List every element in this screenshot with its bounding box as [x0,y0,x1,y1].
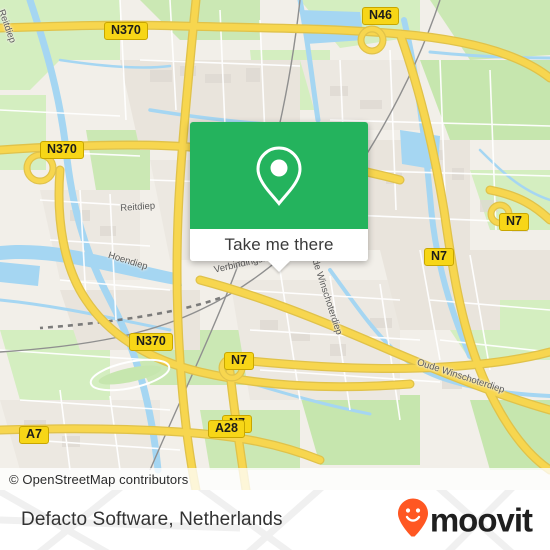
popup-pointer-tail [268,261,290,272]
popup-icon-panel [190,122,368,229]
location-popup-card[interactable]: Take me there [190,122,368,272]
road-shield[interactable]: N7 [424,248,454,266]
take-me-there-label: Take me there [224,235,334,254]
place-title: Defacto Software, Netherlands [21,509,283,530]
map-canvas[interactable]: .land{fill:#f2efe9} .green{fill:#d4eec0}… [0,0,550,490]
moovit-location-card-screenshot: .land{fill:#f2efe9} .green{fill:#d4eec0}… [0,0,550,550]
road-shield[interactable]: N370 [40,141,84,159]
footer-bar: Defacto Software, Netherlands moovit [0,490,550,550]
road-shield[interactable]: A28 [208,420,245,438]
road-shield[interactable]: N7 [224,352,254,370]
road-shield[interactable]: N7 [499,213,529,231]
road-shield[interactable]: N46 [362,7,399,25]
location-pin-icon [255,145,303,207]
road-shield[interactable]: N370 [104,22,148,40]
moovit-logo[interactable]: moovit [397,498,533,542]
road-shield[interactable]: A7 [19,426,49,444]
map-attribution-bar: © OpenStreetMap contributors [0,468,550,490]
moovit-smiley-pin-icon [397,498,428,542]
moovit-wordmark: moovit [429,501,533,539]
popup-action-bar[interactable]: Take me there [190,229,368,272]
osm-attribution-text[interactable]: © OpenStreetMap contributors [0,472,188,487]
road-shield[interactable]: N370 [129,333,173,351]
